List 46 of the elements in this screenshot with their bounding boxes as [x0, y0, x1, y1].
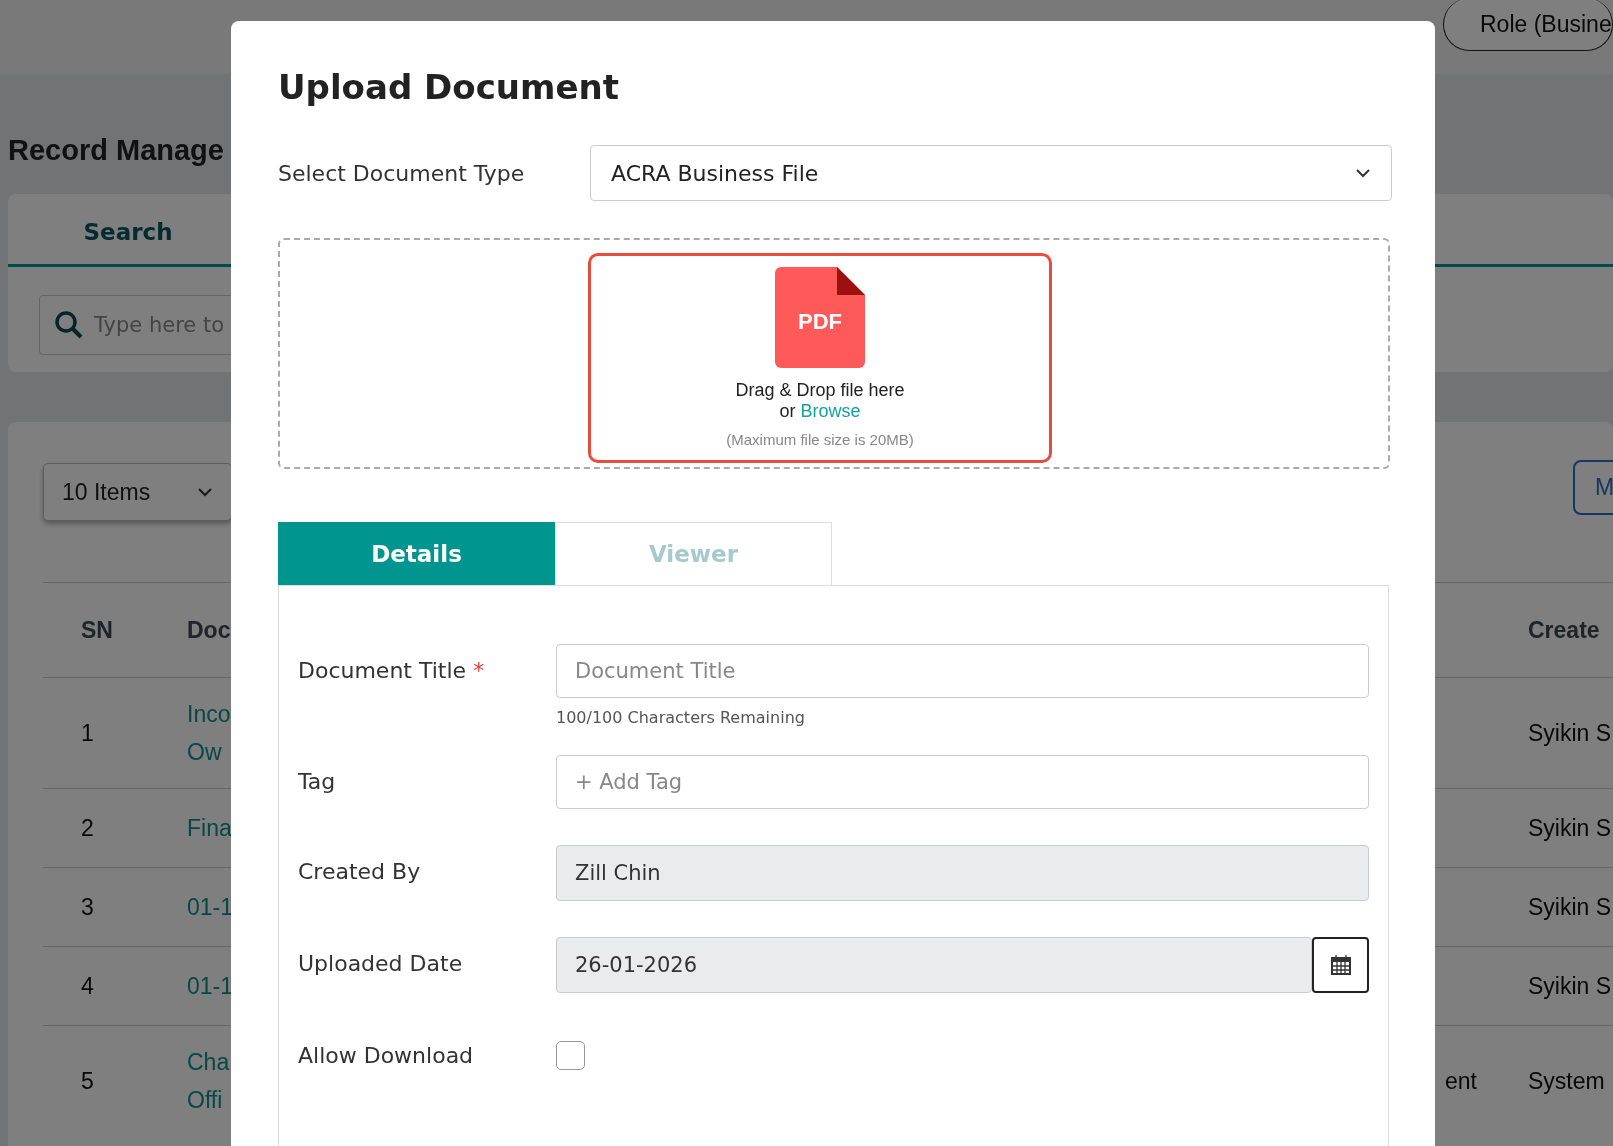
or-text: or — [779, 401, 796, 422]
table-cell: Syikin S — [1528, 893, 1613, 921]
size-note: (Maximum file size is 20MB) — [726, 431, 914, 448]
pdf-file-icon: PDF — [775, 267, 865, 368]
dialog-title: Upload Document — [278, 67, 620, 107]
upload-area[interactable]: PDF Drag & Drop file here or Browse (Maximum file size is 20MB) — [588, 253, 1052, 463]
table-cell-text: System — [1528, 1067, 1606, 1095]
action-button[interactable]: M — [1573, 460, 1613, 515]
text-field[interactable]: Zill Chin — [556, 845, 1369, 901]
field-label: Created By — [298, 858, 422, 886]
role-button[interactable]: Role (Busine — [1443, 0, 1613, 51]
table-cell-text: 4 — [81, 972, 95, 1000]
search-icon — [54, 310, 84, 340]
text-field[interactable]: Document Title — [556, 644, 1369, 698]
field-label: Uploaded Date — [298, 950, 464, 978]
table-cell-text: 3 — [81, 893, 95, 921]
checkbox[interactable] — [556, 1041, 585, 1070]
table-cell-text: 1 — [81, 719, 95, 747]
chevron-down-icon — [1355, 168, 1371, 178]
page-title: Record Manage — [8, 134, 225, 167]
text-field[interactable]: + Add Tag — [556, 755, 1369, 809]
drop-zone[interactable]: PDF Drag & Drop file here or Browse (Maximum file size is 20MB) — [278, 238, 1390, 469]
date-field[interactable]: 26-01-2026 — [556, 937, 1312, 993]
table-cell-text: 5 — [81, 1067, 95, 1095]
calendar-button[interactable] — [1312, 937, 1369, 993]
document-type-select[interactable]: ACRA Business File — [590, 145, 1392, 201]
calendar-icon — [1329, 954, 1352, 976]
field-label: Document Title * — [298, 657, 486, 685]
page-size-select[interactable]: 10 Items — [43, 463, 232, 521]
table-cell: Syikin S — [1528, 719, 1613, 747]
column-header: Doc — [187, 616, 232, 644]
helper-text: 100/100 Characters Remaining — [556, 708, 806, 727]
field-label: Select Document Type — [278, 160, 526, 186]
chevron-down-icon — [197, 487, 213, 497]
browse-link[interactable]: Browse — [800, 401, 861, 422]
table-cell: Syikin S — [1528, 814, 1613, 842]
tab[interactable]: Details — [278, 522, 555, 585]
table-cell: ent — [1445, 1067, 1477, 1095]
field-label: Allow Download — [298, 1042, 475, 1070]
table-cell-text: 2 — [81, 814, 95, 842]
tab[interactable]: Search — [8, 194, 248, 264]
column-header: SN — [81, 616, 114, 644]
table-cell: Syikin S — [1528, 972, 1613, 1000]
column-header: Create — [1528, 616, 1601, 644]
drop-instruction: Drag & Drop file here — [735, 380, 905, 401]
field-label: Tag — [298, 768, 337, 796]
